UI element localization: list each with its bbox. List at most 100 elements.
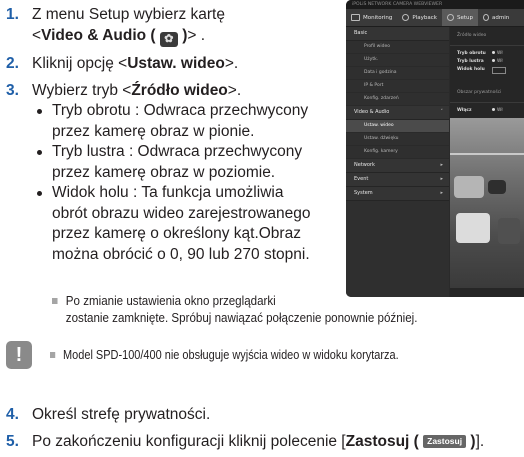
step-text: Określ strefę prywatności. xyxy=(32,406,211,423)
privacy-enable-row: Włącz Wł xyxy=(450,107,524,115)
bullet-line: obrót obrazu wideo zarejestrowanego xyxy=(52,204,311,222)
radio-dot-icon xyxy=(492,51,495,54)
section-label: Basic xyxy=(354,30,368,36)
bullet-line: Tryb obrotu : Odwraca przechwycony xyxy=(52,102,309,119)
bullet-flip-mode: Tryb obrotu : Odwraca przechwycony przez… xyxy=(36,101,346,142)
sidebar-item-ip-port[interactable]: IP & Port xyxy=(346,80,449,93)
note-text: Model SPD-100/400 nie obsługuje wyjścia … xyxy=(63,348,399,362)
sidebar-item-video-profile[interactable]: Profil wideo xyxy=(346,41,449,54)
playback-icon xyxy=(402,14,410,21)
step-number: 5. xyxy=(6,433,19,450)
camera-preview xyxy=(450,118,524,288)
tab-playback[interactable]: Playback xyxy=(397,9,442,26)
sidebar-section-event[interactable]: Event ▸ xyxy=(346,173,449,187)
step-text: ]. xyxy=(475,433,485,450)
sidebar-item-audio-setup[interactable]: Ustaw. dźwięku xyxy=(346,133,449,146)
step-number: 2. xyxy=(6,55,19,72)
mirror-mode-row: Tryb lustra Wł xyxy=(450,58,524,66)
bullet-line: przez kamerę o określony kąt.Obraz xyxy=(52,225,301,242)
step-bold-text: Video & Audio ( xyxy=(41,27,156,44)
section-label: Network xyxy=(354,162,375,168)
parked-car xyxy=(488,180,506,194)
webviewer-screenshot: iPOLiS NETWORK CAMERA WEBVIEWER Monitori… xyxy=(346,0,524,297)
privacy-enable-radio[interactable]: Wł xyxy=(492,107,503,115)
setup-sidebar: Basic Profil wideo Użytk. Data i godzina… xyxy=(346,27,449,297)
section-label: Event xyxy=(354,176,369,182)
mirror-mode-radio[interactable]: Wł xyxy=(492,58,503,66)
note-line: Po zmianie ustawienia okno przeglądarki xyxy=(65,294,276,308)
section-label: Video & Audio xyxy=(354,109,390,115)
step-text: >. xyxy=(227,82,242,99)
bullet-line: Widok holu : Ta funkcja umożliwia xyxy=(52,184,284,201)
radio-dot-icon xyxy=(492,108,495,111)
apply-button-image: Zastosuj xyxy=(423,435,467,448)
parked-car xyxy=(454,176,484,198)
sidebar-item-date-time[interactable]: Data i godzina xyxy=(346,67,449,80)
step-text: Wybierz tryb < xyxy=(32,82,132,99)
parked-car xyxy=(456,213,490,243)
hallway-view-select[interactable] xyxy=(492,67,506,74)
tab-setup[interactable]: Setup xyxy=(441,9,478,26)
model-note: Model SPD-100/400 nie obsługuje wyjścia … xyxy=(50,347,399,364)
flip-mode-radio[interactable]: Wł xyxy=(492,50,503,58)
mode-bullets: Tryb obrotu : Odwraca przechwycony przez… xyxy=(36,101,346,265)
tab-monitoring[interactable]: Monitoring xyxy=(346,9,397,26)
tab-label: Setup xyxy=(456,14,473,21)
video-source-heading: Źródło wideo xyxy=(450,27,524,46)
step-bold-text: Zastosuj ( xyxy=(345,433,419,450)
sidebar-item-camera-setup[interactable]: Konfig. kamery xyxy=(346,146,449,159)
tab-label: Monitoring xyxy=(363,14,393,21)
note-square-icon xyxy=(50,352,56,358)
step-3: 3. Wybierz tryb <Źródło wideo>. xyxy=(6,80,346,101)
note-line: zostanie zamknięte. Spróbuj nawiązać poł… xyxy=(65,311,418,325)
sidebar-section-network[interactable]: Network ▸ xyxy=(346,159,449,173)
bullet-line: przez kamerę obraz w poziomie. xyxy=(52,163,276,181)
instructions: 1. Z menu Setup wybierz kartę <Video & A… xyxy=(6,4,346,265)
monitor-icon xyxy=(351,14,360,21)
sidebar-section-system[interactable]: System ▸ xyxy=(346,187,449,201)
note-square-icon xyxy=(52,298,58,304)
setup-icon xyxy=(446,14,454,21)
radio-label: Wł xyxy=(497,108,503,113)
step-text: Po zakończeniu konfiguracji kliknij pole… xyxy=(32,433,346,450)
step-2: 2. Kliknij opcję <Ustaw. wideo>. xyxy=(6,53,346,74)
bullet-line: przez kamerę obraz w pionie. xyxy=(52,122,255,140)
webviewer-title: iPOLiS NETWORK CAMERA WEBVIEWER xyxy=(346,0,524,9)
exclamation-icon: ! xyxy=(6,341,32,369)
sidebar-item-video-setup[interactable]: Ustaw. wideo xyxy=(346,120,449,133)
bullet-mirror-mode: Tryb lustra : Odwraca przechwycony przez… xyxy=(36,142,346,183)
step-1-line1: Z menu Setup wybierz kartę xyxy=(32,6,225,23)
sidebar-item-event-config[interactable]: Konfig. zdarzeń xyxy=(346,93,449,106)
webviewer-menubar: Monitoring Playback Setup admin xyxy=(346,9,524,27)
privacy-heading: Obszar prywatności xyxy=(450,84,524,103)
apply-label: Zastosuj ( Zastosuj ) xyxy=(346,433,476,450)
tab-admin[interactable]: admin xyxy=(478,9,514,26)
parked-car xyxy=(498,218,520,244)
row-label: Tryb lustra xyxy=(457,59,484,64)
row-label: Widok holu xyxy=(457,67,485,72)
sidebar-item-users[interactable]: Użytk. xyxy=(346,54,449,67)
radio-label: Wł xyxy=(497,51,503,56)
video-settings-label: Ustaw. wideo xyxy=(127,55,225,72)
step-4: 4. Określ strefę prywatności. xyxy=(6,404,210,425)
sidebar-section-video-audio[interactable]: Video & Audio ˅ xyxy=(346,106,449,120)
step-text: < xyxy=(32,27,42,44)
bullet-line: można obrócić o 0, 90 lub 270 stopni. xyxy=(52,245,310,263)
sidebar-section-basic[interactable]: Basic xyxy=(346,27,449,41)
radio-label: Wł xyxy=(497,59,503,64)
step-1: 1. Z menu Setup wybierz kartę <Video & A… xyxy=(6,4,346,47)
manual-page: 1. Z menu Setup wybierz kartę <Video & A… xyxy=(0,0,524,457)
bullet-line: Tryb lustra : Odwraca przechwycony xyxy=(52,143,303,160)
step-number: 4. xyxy=(6,406,19,423)
row-label: Tryb obrotu xyxy=(457,51,486,56)
radio-dot-icon xyxy=(492,59,495,62)
chevron-right-icon: ▸ xyxy=(440,176,443,182)
tab-label: admin xyxy=(491,14,510,21)
step-1-line2: <Video & Audio ( ✿ )> . xyxy=(32,25,346,47)
hallway-view-row: Widok holu xyxy=(450,66,524,74)
chevron-down-icon: ˅ xyxy=(440,109,444,115)
step-number: 1. xyxy=(6,6,19,23)
reconnect-note: Po zmianie ustawienia okno przeglądarki … xyxy=(52,293,417,327)
chevron-right-icon: ▸ xyxy=(440,190,443,196)
user-icon xyxy=(482,14,489,21)
